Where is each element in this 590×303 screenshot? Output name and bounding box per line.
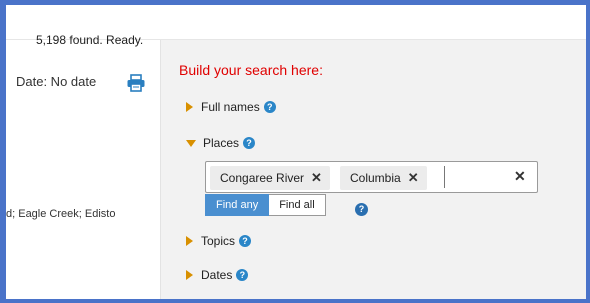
remove-tag-icon[interactable]: ✕ (311, 170, 322, 186)
printer-icon[interactable] (126, 74, 146, 92)
expand-arrow-icon (186, 102, 193, 112)
status-text: 5,198 found. Ready. (36, 33, 144, 47)
places-tag-input[interactable]: Congaree River ✕ Columbia ✕ ✕ (205, 161, 538, 193)
section-dates[interactable]: Dates ? (186, 268, 249, 282)
window-bottom-border (0, 299, 590, 303)
section-places[interactable]: Places ? (186, 136, 256, 150)
clear-all-icon[interactable]: ✕ (514, 168, 526, 185)
collapse-arrow-icon (186, 139, 196, 147)
help-icon[interactable]: ? (263, 101, 276, 113)
help-icon[interactable]: ? (243, 137, 256, 149)
remove-tag-icon[interactable]: ✕ (408, 170, 419, 186)
help-icon[interactable]: ? (236, 269, 249, 281)
section-dates-label: Dates (201, 268, 233, 282)
input-cursor (444, 166, 445, 188)
help-icon[interactable]: ? (355, 203, 368, 216)
match-mode-toggle[interactable]: Find any Find all (205, 194, 326, 216)
app-frame: 5,198 found. Ready. Date: No date d; Eag… (0, 0, 590, 303)
section-topics[interactable]: Topics ? (186, 234, 252, 248)
place-tag[interactable]: Congaree River ✕ (210, 166, 330, 190)
section-topics-label: Topics (201, 234, 236, 248)
window-right-border (586, 0, 590, 303)
help-icon[interactable]: ? (239, 235, 252, 247)
window-top-border (0, 0, 590, 5)
place-tag-label: Columbia (350, 171, 401, 185)
section-places-label: Places (203, 136, 240, 150)
find-all-button[interactable]: Find all (269, 194, 326, 216)
section-full-names[interactable]: Full names ? (186, 100, 276, 114)
place-tag-label: Congaree River (220, 171, 305, 185)
window-left-border (0, 0, 6, 303)
section-full-names-label: Full names (201, 100, 260, 114)
expand-arrow-icon (186, 270, 193, 280)
builder-title: Build your search here: (179, 62, 323, 78)
place-tag[interactable]: Columbia ✕ (340, 166, 427, 190)
places-list-fragment: d; Eagle Creek; Edisto (6, 208, 116, 220)
date-label: Date: No date (16, 74, 97, 89)
find-any-button[interactable]: Find any (205, 194, 270, 216)
expand-arrow-icon (186, 236, 193, 246)
left-panel (6, 5, 161, 299)
